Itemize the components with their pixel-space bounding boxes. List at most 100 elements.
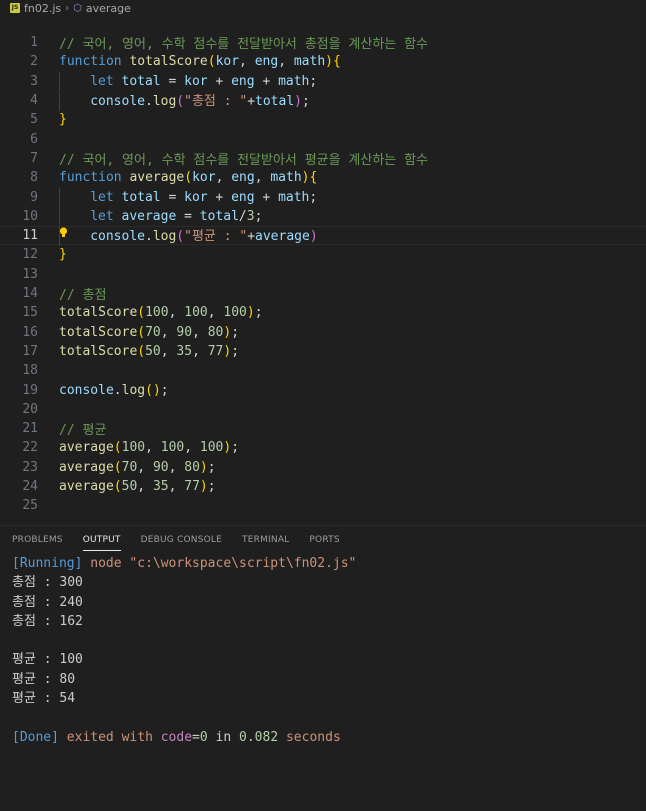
code-token: ; xyxy=(254,208,263,224)
code-content: totalScore(100, 100, 100); xyxy=(59,305,263,320)
code-token: 35 xyxy=(176,343,193,359)
tab-output[interactable]: OUTPUT xyxy=(82,526,121,554)
tab-debug-console[interactable]: DEBUG CONSOLE xyxy=(141,526,222,554)
code-line[interactable]: 1 // 국어, 영어, 수학 점수를 전달받아서 총점을 계산하는 함수 xyxy=(0,33,646,52)
code-token: 100 xyxy=(160,440,185,456)
code-token: "총점 : " xyxy=(184,94,248,110)
code-line[interactable]: 22 average(100, 100, 100); xyxy=(0,438,646,457)
code-line[interactable]: 23 average(70, 90, 80); xyxy=(0,458,646,477)
code-line[interactable]: 10 let average = total/3; xyxy=(0,206,646,226)
code-token: } xyxy=(59,247,67,263)
code-line[interactable]: 12} xyxy=(0,245,646,264)
code-line[interactable]: 14 // 총점 xyxy=(0,284,646,303)
line-number: 24 xyxy=(22,479,38,495)
code-line[interactable]: 3 let total = kor + eng + math; xyxy=(0,71,646,91)
code-token: , xyxy=(192,343,208,359)
code-line[interactable]: 6 xyxy=(0,130,646,149)
indent-guide xyxy=(59,92,90,112)
code-line[interactable]: 4 console.log("총점 : "+total); xyxy=(0,90,646,112)
code-line[interactable]: 15 totalScore(100, 100, 100); xyxy=(0,303,646,322)
code-token: ; xyxy=(231,440,240,456)
code-token: function xyxy=(59,54,122,70)
line-number: 11 xyxy=(22,228,38,244)
breadcrumb-file[interactable]: fn02.js xyxy=(24,2,61,15)
code-token: eng xyxy=(231,189,255,205)
code-token: math xyxy=(293,54,326,70)
code-token: average xyxy=(129,170,185,186)
code-line[interactable]: 20 xyxy=(0,400,646,419)
tab-problems[interactable]: PROBLEMS xyxy=(12,526,63,554)
code-line[interactable]: 16 totalScore(70, 90, 80); xyxy=(0,323,646,342)
output-line: [Done] exited with code=0 in 0.082 secon… xyxy=(12,728,646,747)
code-token: console xyxy=(90,94,145,110)
code-token: eng xyxy=(231,170,255,186)
line-number: 10 xyxy=(22,208,38,224)
code-token: totalScore xyxy=(59,305,138,321)
code-content: console.log("평균 : "+average) xyxy=(59,225,318,247)
code-line[interactable]: 24 average(50, 35, 77); xyxy=(0,477,646,496)
code-token: total xyxy=(255,94,295,110)
tab-ports[interactable]: PORTS xyxy=(309,526,339,554)
code-token: ) xyxy=(152,382,161,398)
code-line[interactable]: 11 console.log("평균 : "+average) xyxy=(0,225,646,247)
bottom-panel: PROBLEMS OUTPUT DEBUG CONSOLE TERMINAL PORTS… xyxy=(0,525,646,811)
line-number: 17 xyxy=(22,343,38,359)
code-token: 100 xyxy=(199,440,224,456)
code-token: totalScore xyxy=(59,343,138,359)
code-token: 80 xyxy=(184,459,200,475)
lightbulb-icon[interactable] xyxy=(59,227,68,238)
code-content: average(100, 100, 100); xyxy=(59,440,239,455)
code-token: , xyxy=(137,479,153,495)
code-token: = xyxy=(160,189,185,205)
code-token: + xyxy=(254,73,279,89)
code-token: ; xyxy=(254,305,263,321)
output-text: 평균 : 100 xyxy=(12,652,83,668)
output-text: 총점 : 162 xyxy=(12,613,83,629)
output-text: 총점 : 300 xyxy=(12,575,83,591)
line-number: 21 xyxy=(22,421,38,437)
code-line[interactable]: 25 xyxy=(0,496,646,515)
tab-terminal[interactable]: TERMINAL xyxy=(242,526,289,554)
code-line[interactable]: 18 xyxy=(0,361,646,380)
code-token: log xyxy=(152,229,177,245)
code-token: ) xyxy=(199,479,208,495)
code-token: ( xyxy=(176,94,185,110)
code-token: 3 xyxy=(246,208,255,224)
code-line[interactable]: 2 function totalScore(kor, eng, math){ xyxy=(0,52,646,71)
breadcrumb-symbol[interactable]: average xyxy=(86,2,131,15)
code-token: { xyxy=(309,170,318,186)
code-line[interactable]: 9 let total = kor + eng + math; xyxy=(0,187,646,207)
code-token: 100 xyxy=(145,305,169,321)
breadcrumb[interactable]: JS fn02.js › ⬡ average xyxy=(0,0,646,16)
line-number: 20 xyxy=(22,401,38,417)
output-text: node "c:\workspace\script\fn02.js" xyxy=(82,556,357,571)
code-token: eng xyxy=(231,73,255,89)
code-content: console.log("총점 : "+total); xyxy=(59,90,310,112)
code-token: ; xyxy=(301,94,310,110)
code-token: 70 xyxy=(121,459,138,475)
code-token: kor xyxy=(215,54,240,70)
code-content: let average = total/3; xyxy=(59,206,263,226)
code-token: , xyxy=(168,459,185,475)
output-text: [Running] xyxy=(12,556,83,571)
code-line[interactable]: 21 // 평균 xyxy=(0,419,646,438)
code-line[interactable]: 8 function average(kor, eng, math){ xyxy=(0,168,646,187)
code-line[interactable]: 17 totalScore(50, 35, 77); xyxy=(0,342,646,361)
output-text: in xyxy=(207,729,240,745)
code-editor[interactable]: 1 // 국어, 영어, 수학 점수를 전달받아서 총점을 계산하는 함수 2 fun… xyxy=(0,16,646,514)
line-number: 18 xyxy=(22,363,38,379)
code-token: total xyxy=(121,73,161,89)
code-line[interactable]: 19 console.log(); xyxy=(0,380,646,399)
code-token: , xyxy=(192,324,208,340)
code-line[interactable]: 5} xyxy=(0,110,646,129)
output-line: 평균 : 54 xyxy=(12,689,646,708)
code-line[interactable]: 13 xyxy=(0,265,646,284)
code-token: + xyxy=(247,229,256,245)
code-token: ( xyxy=(137,343,146,359)
code-token: 100 xyxy=(223,305,247,321)
output-view[interactable]: [Running] node "c:\workspace\script\fn02… xyxy=(0,554,646,747)
indent-guide xyxy=(59,71,90,91)
code-line[interactable]: 7 // 국어, 영어, 수학 점수를 전달받아서 평균을 계산하는 함수 xyxy=(0,149,646,168)
indent-guide xyxy=(59,206,90,226)
